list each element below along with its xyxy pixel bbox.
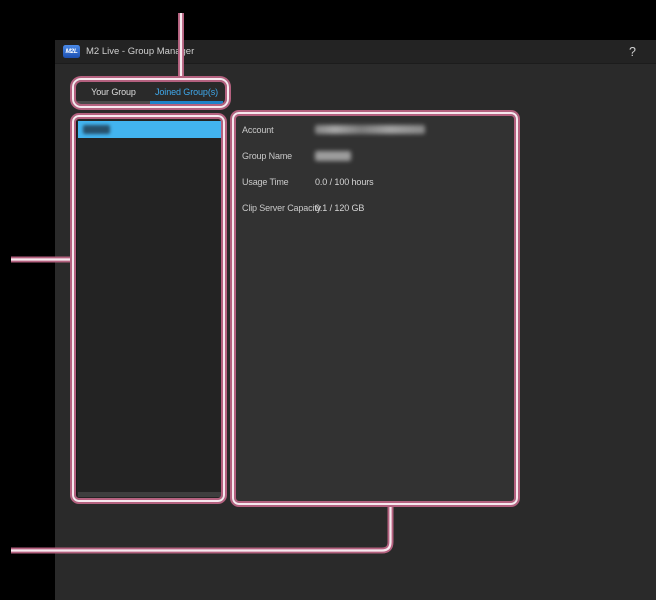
- usage-time-label: Usage Time: [242, 177, 315, 187]
- redacted-group-list-text: [83, 125, 110, 134]
- clip-server-capacity-label: Clip Server Capacity: [242, 203, 315, 213]
- help-button[interactable]: ?: [629, 45, 636, 59]
- group-list-item-selected[interactable]: [78, 121, 221, 138]
- group-details-panel: Account Group Name Usage Time 0.0 / 100 …: [236, 116, 514, 502]
- titlebar: M2L M2 Live - Group Manager ?: [55, 40, 656, 64]
- tab-underline-active: [150, 101, 223, 104]
- detail-row-clip-server-capacity: Clip Server Capacity 0.1 / 120 GB: [242, 201, 514, 214]
- horizontal-scrollbar[interactable]: [78, 492, 221, 497]
- account-label: Account: [242, 125, 315, 135]
- redacted-group-name-value: [315, 151, 351, 161]
- tab-your-group-label: Your Group: [91, 87, 136, 97]
- detail-row-account: Account: [242, 123, 514, 136]
- redacted-account-value: [315, 125, 425, 134]
- tab-bar: Your Group Joined Group(s): [77, 80, 223, 104]
- detail-row-group-name: Group Name: [242, 149, 514, 162]
- tab-joined-groups-label: Joined Group(s): [155, 87, 218, 97]
- tab-your-group[interactable]: Your Group: [77, 80, 150, 104]
- tab-underline-inactive: [77, 101, 150, 104]
- group-list-panel: [76, 118, 223, 500]
- window-title: M2 Live - Group Manager: [86, 46, 194, 57]
- group-manager-window: M2L M2 Live - Group Manager ? Your Group…: [55, 40, 656, 600]
- app-logo-icon: M2L: [63, 45, 80, 58]
- usage-time-value: 0.0 / 100 hours: [315, 177, 374, 187]
- tab-joined-groups[interactable]: Joined Group(s): [150, 80, 223, 104]
- clip-server-capacity-value: 0.1 / 120 GB: [315, 203, 364, 213]
- detail-row-usage-time: Usage Time 0.0 / 100 hours: [242, 175, 514, 188]
- group-name-label: Group Name: [242, 151, 315, 161]
- page: M2L M2 Live - Group Manager ? Your Group…: [0, 0, 656, 600]
